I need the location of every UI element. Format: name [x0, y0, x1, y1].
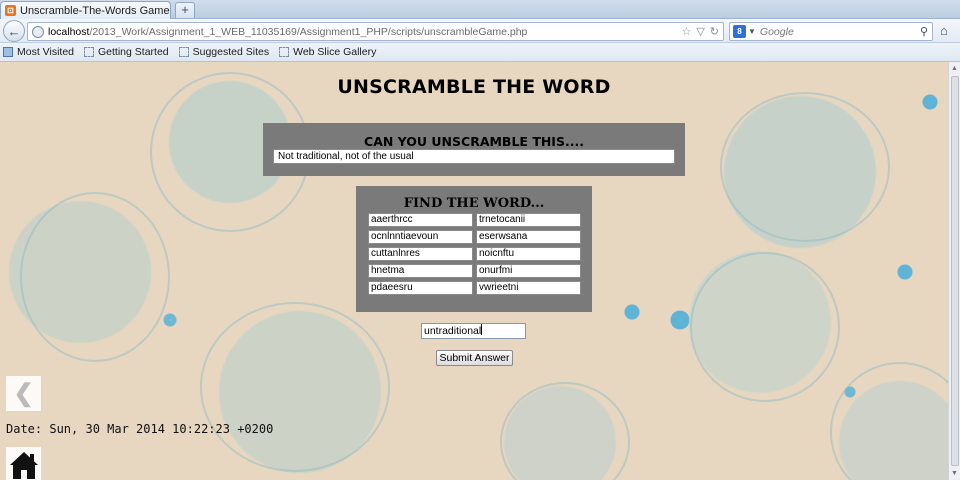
scrambled-word-grid: aaerthrcc trnetocanii ocnlnntiaevoun ese… [368, 213, 581, 295]
bookmark-suggested-sites[interactable]: Suggested Sites [178, 46, 270, 58]
scroll-up-icon[interactable]: ▲ [949, 63, 960, 74]
clue-panel: CAN YOU UNSCRAMBLE THIS.... Not traditio… [263, 123, 685, 176]
submit-answer-button[interactable]: Submit Answer [436, 350, 513, 366]
scrambled-word: ocnlnntiaevoun [368, 230, 473, 244]
home-icon [9, 452, 38, 479]
scroll-thumb[interactable] [951, 76, 959, 466]
chevron-left-icon: ❮ [13, 380, 34, 407]
url-path: /2013_Work/Assignment_1_WEB_11035169/Ass… [89, 25, 528, 38]
address-bar[interactable]: localhost/2013_Work/Assignment_1_WEB_110… [27, 22, 724, 41]
bookmarks-bar: Most Visited Getting Started Suggested S… [0, 43, 960, 62]
scrambled-word: trnetocanii [476, 213, 581, 227]
page-title: UNSCRAMBLE THE WORD [337, 76, 611, 98]
bookmark-most-visited[interactable]: Most Visited [3, 46, 74, 58]
home-button[interactable] [6, 447, 41, 480]
back-button[interactable]: ← [3, 20, 25, 42]
bookmark-page-icon [178, 47, 189, 57]
find-word-panel: FIND THE WORD... aaerthrcc trnetocanii o… [356, 186, 592, 312]
bookmark-label: Getting Started [98, 46, 169, 58]
search-bar[interactable]: 8 ▼ Google ⚲ [729, 22, 933, 41]
floral-pattern [200, 302, 390, 472]
floral-pattern [830, 362, 948, 480]
url-actions: ☆ ▽ ↻ [681, 25, 719, 38]
dropdown-arrow-icon[interactable]: ▽ [696, 25, 704, 38]
url-text: localhost/2013_Work/Assignment_1_WEB_110… [48, 26, 527, 38]
scrambled-word: eserwsana [476, 230, 581, 244]
bookmark-label: Web Slice Gallery [293, 46, 377, 58]
date-stamp: Date: Sun, 30 Mar 2014 10:22:23 +0200 [6, 422, 274, 436]
arrow-left-icon: ← [7, 23, 21, 39]
text-caret [481, 324, 483, 335]
tab-favicon-icon: ⊡ [5, 5, 16, 16]
bookmark-getting-started[interactable]: Getting Started [84, 46, 169, 58]
floral-pattern [720, 92, 890, 242]
home-icon[interactable]: ⌂ [940, 23, 948, 38]
bookmark-label: Most Visited [17, 46, 74, 58]
vertical-scrollbar[interactable]: ▲ ▼ [948, 62, 960, 480]
scrambled-word: aaerthrcc [368, 213, 473, 227]
bookmark-folder-icon [3, 47, 13, 57]
scrambled-word: vwrieetni [476, 281, 581, 295]
scrambled-word: pdaeesru [368, 281, 473, 295]
scrambled-word: noicnftu [476, 247, 581, 261]
page-viewport: UNSCRAMBLE THE WORD CAN YOU UNSCRAMBLE T… [0, 62, 948, 480]
previous-page-button[interactable]: ❮ [6, 376, 41, 411]
clue-field: Not traditional, not of the usual [273, 149, 675, 164]
answer-value: untraditional [424, 325, 482, 337]
search-icon[interactable]: ⚲ [920, 25, 928, 38]
browser-tab[interactable]: ⊡ Unscramble-The-Words Game [0, 1, 171, 19]
tab-strip: ⊡ Unscramble-The-Words Game + [0, 0, 960, 19]
chevron-down-icon[interactable]: ▼ [748, 27, 756, 36]
bookmark-page-icon [279, 47, 290, 57]
floral-pattern [500, 382, 630, 480]
floral-pattern [20, 192, 170, 362]
reload-icon[interactable]: ↻ [710, 25, 719, 38]
globe-icon [32, 25, 44, 38]
scrambled-word: cuttanlnres [368, 247, 473, 261]
bookmark-label: Suggested Sites [192, 46, 270, 58]
new-tab-button[interactable]: + [175, 2, 195, 18]
bookmark-star-icon[interactable]: ☆ [681, 25, 691, 38]
scroll-down-icon[interactable]: ▼ [949, 468, 960, 479]
navigation-toolbar: ← localhost/2013_Work/Assignment_1_WEB_1… [0, 19, 960, 43]
answer-input[interactable]: untraditional [421, 323, 526, 339]
bookmark-web-slice-gallery[interactable]: Web Slice Gallery [279, 46, 376, 58]
scrambled-word: hnetma [368, 264, 473, 278]
bookmark-page-icon [84, 47, 94, 57]
find-heading: FIND THE WORD... [403, 196, 545, 211]
floral-pattern [690, 252, 840, 402]
tab-title: Unscramble-The-Words Game [20, 4, 170, 17]
url-host: localhost [48, 25, 90, 38]
google-icon[interactable]: 8 [733, 25, 746, 38]
clue-heading: CAN YOU UNSCRAMBLE THIS.... [364, 134, 584, 149]
search-placeholder: Google [759, 25, 794, 38]
scrambled-word: onurfmi [476, 264, 581, 278]
